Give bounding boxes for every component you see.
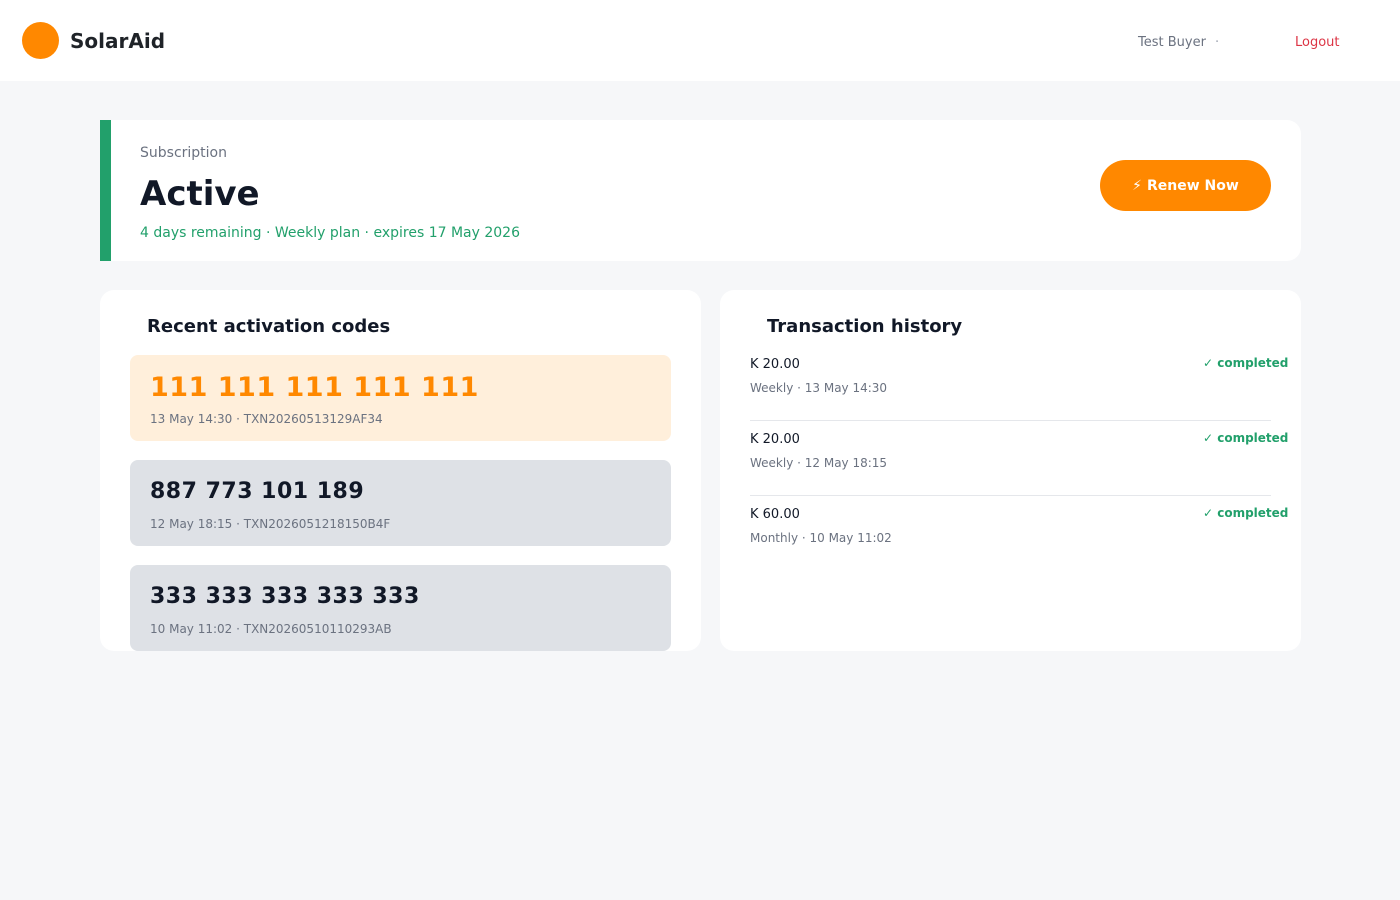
transaction-status: ✓ completed (1203, 431, 1289, 445)
transaction-meta: Weekly · 12 May 18:15 (750, 456, 888, 470)
logo-icon (22, 22, 59, 59)
activation-code-card[interactable]: 887 773 101 189 12 May 18:15 · TXN202605… (130, 460, 671, 546)
subscription-detail: 4 days remaining · Weekly plan · expires… (140, 225, 520, 241)
subscription-status: Active (140, 174, 260, 214)
transaction-amount: K 20.00 (750, 432, 800, 447)
activation-code: 111 111 111 111 111 (150, 372, 479, 403)
subscription-label: Subscription (140, 145, 227, 161)
activation-codes-title: Recent activation codes (147, 316, 391, 337)
brand-name: SolarAid (70, 29, 166, 53)
transaction-row: K 60.00 Monthly · 10 May 11:02 ✓ complet… (750, 496, 1288, 571)
transaction-history-panel: Transaction history K 20.00 Weekly · 13 … (720, 290, 1301, 651)
transaction-row: K 20.00 Weekly · 13 May 14:30 ✓ complete… (750, 346, 1288, 421)
transaction-status: ✓ completed (1203, 356, 1289, 370)
renew-now-button[interactable]: ⚡ Renew Now (1100, 160, 1271, 211)
top-bar: SolarAid Test Buyer · Logout (0, 0, 1400, 81)
activation-code: 887 773 101 189 (150, 479, 365, 504)
transaction-meta: Monthly · 10 May 11:02 (750, 531, 892, 545)
transaction-status: ✓ completed (1203, 506, 1289, 520)
activation-code-meta: 12 May 18:15 · TXN2026051218150B4F (150, 517, 391, 531)
subscription-card: Subscription Active 4 days remaining · W… (100, 120, 1301, 261)
lightning-icon: ⚡ (1132, 177, 1142, 194)
transaction-row: K 20.00 Weekly · 12 May 18:15 ✓ complete… (750, 421, 1288, 496)
transaction-meta: Weekly · 13 May 14:30 (750, 381, 888, 395)
activation-code-card[interactable]: 333 333 333 333 333 10 May 11:02 · TXN20… (130, 565, 671, 651)
transaction-amount: K 20.00 (750, 357, 800, 372)
transaction-amount: K 60.00 (750, 507, 800, 522)
activation-codes-panel: Recent activation codes 111 111 111 111 … (100, 290, 701, 651)
activation-code-meta: 10 May 11:02 · TXN20260510110293AB (150, 622, 392, 636)
renew-now-label: Renew Now (1147, 177, 1239, 194)
transaction-history-title: Transaction history (767, 316, 963, 337)
activation-code-card[interactable]: 111 111 111 111 111 13 May 14:30 · TXN20… (130, 355, 671, 441)
logout-link[interactable]: Logout (1295, 35, 1340, 50)
activation-code-meta: 13 May 14:30 · TXN20260513129AF34 (150, 412, 383, 426)
user-name: Test Buyer (1138, 35, 1206, 50)
activation-code: 333 333 333 333 333 (150, 584, 420, 609)
user-separator: · (1215, 35, 1220, 50)
